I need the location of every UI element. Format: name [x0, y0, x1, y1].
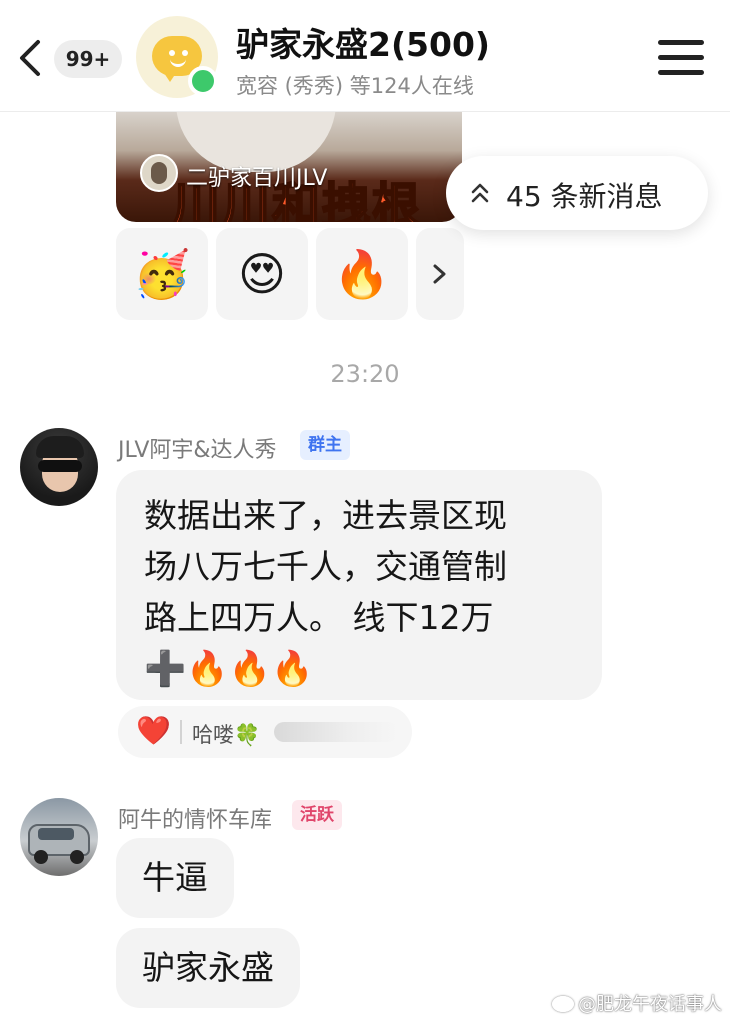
online-members-text[interactable]: 宽容 (秀秀) 等124人在线: [236, 70, 474, 100]
message-line: 数据出来了，进去景区现: [144, 496, 507, 535]
video-caption: 二驴家百川JLV: [186, 166, 328, 191]
reaction-user-name: 哈喽🍀: [192, 723, 261, 747]
back-button[interactable]: [14, 36, 48, 80]
more-reactions-button[interactable]: [416, 228, 464, 320]
blurred-names: [274, 722, 398, 742]
message-bubble[interactable]: 牛逼: [116, 838, 234, 918]
heart-icon: ❤️: [136, 714, 171, 747]
reaction-fire[interactable]: 🔥: [316, 228, 408, 320]
watermark: @肥龙午夜话事人: [552, 990, 722, 1016]
message-timestamp: 23:20: [330, 360, 400, 388]
double-chevron-up-icon: [471, 183, 489, 203]
menu-button[interactable]: [658, 40, 704, 78]
chevron-left-icon: [20, 40, 40, 76]
reaction-party-face[interactable]: 🥳: [116, 228, 208, 320]
message-line: 场八万七千人，交通管制: [144, 547, 507, 586]
message-emoji-line: ➕🔥🔥🔥: [144, 649, 314, 689]
chevron-right-icon: [433, 264, 446, 284]
new-messages-label: 45 条新消息: [506, 180, 663, 213]
message-line: 路上四万人。 线下12万: [144, 598, 494, 637]
sender-name[interactable]: JLV阿宇&达人秀: [118, 432, 277, 464]
new-messages-button[interactable]: 45 条新消息: [446, 156, 708, 230]
online-status-dot: [188, 66, 218, 96]
avatar[interactable]: [20, 798, 98, 876]
weibo-icon: [552, 996, 574, 1012]
group-title[interactable]: 驴家永盛2(500): [236, 18, 490, 66]
message-bubble[interactable]: 数据出来了，进去景区现 场八万七千人，交通管制 路上四万人。 线下12万 ➕🔥🔥…: [116, 470, 602, 700]
owner-badge: 群主: [300, 430, 350, 460]
avatar[interactable]: [20, 428, 98, 506]
chat-header: 99+ 驴家永盛2(500) 宽容 (秀秀) 等124人在线: [0, 0, 730, 112]
message-reaction-bar[interactable]: ❤️ 哈喽🍀: [118, 706, 412, 758]
active-badge: 活跃: [292, 800, 342, 830]
unread-count-badge[interactable]: 99+: [54, 40, 122, 78]
message-bubble[interactable]: 驴家永盛: [116, 928, 300, 1008]
reaction-heart-eyes[interactable]: 😍: [216, 228, 308, 320]
sender-name[interactable]: 阿牛的情怀车库: [118, 802, 272, 834]
video-author-avatar: [140, 154, 178, 192]
hamburger-icon: [658, 40, 704, 45]
video-message-card[interactable]: 川川和拽根 二驴家百川JLV: [116, 112, 462, 222]
